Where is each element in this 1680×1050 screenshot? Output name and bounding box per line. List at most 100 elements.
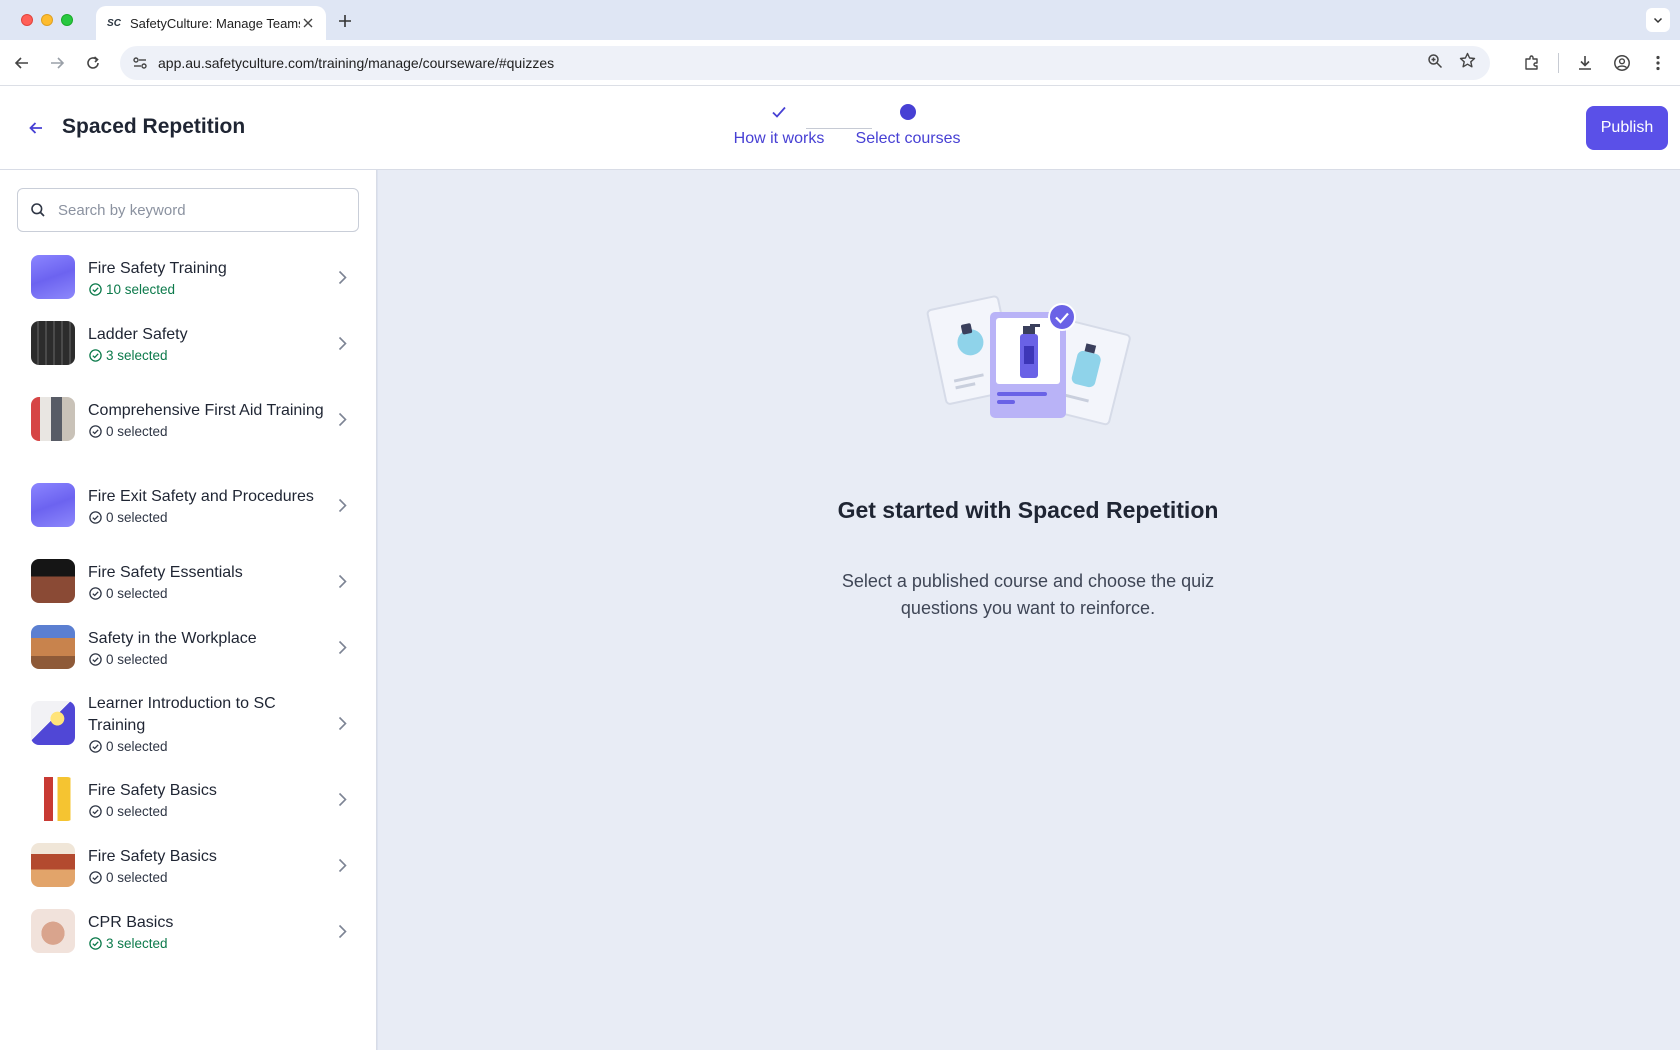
forward-arrow-icon[interactable] bbox=[45, 51, 69, 75]
chevron-right-icon bbox=[332, 855, 352, 875]
browser-tab-bar: SC SafetyCulture: Manage Teams bbox=[0, 0, 1680, 40]
course-name: Fire Safety Essentials bbox=[88, 563, 243, 581]
course-status-text: 3 selected bbox=[106, 347, 168, 363]
course-status: 10 selected bbox=[88, 282, 332, 297]
step-how-it-works[interactable]: How it works bbox=[720, 100, 838, 148]
course-thumbnail bbox=[31, 625, 75, 669]
course-status-text: 0 selected bbox=[106, 423, 168, 439]
course-name: Fire Safety Basics bbox=[88, 781, 217, 799]
tab-search-chevron-icon[interactable] bbox=[1646, 8, 1670, 32]
empty-state-description: Select a published course and choose the… bbox=[841, 571, 1215, 618]
check-circle-icon bbox=[88, 870, 102, 884]
check-circle-icon bbox=[88, 510, 102, 524]
safetyculture-favicon-icon: SC bbox=[107, 17, 121, 29]
profile-icon[interactable] bbox=[1610, 51, 1634, 75]
check-circle-icon bbox=[88, 586, 102, 600]
course-item-fire-safety-training[interactable]: Fire Safety Training 10 selected bbox=[0, 244, 376, 310]
course-item-fire-exit-safety-and-procedures[interactable]: Fire Exit Safety and Procedures 0 select… bbox=[0, 462, 376, 548]
extensions-icon[interactable] bbox=[1520, 51, 1544, 75]
course-status-text: 0 selected bbox=[106, 651, 168, 667]
course-status: 0 selected bbox=[88, 652, 332, 667]
course-status-text: 0 selected bbox=[106, 803, 168, 819]
empty-state-title: Get started with Spaced Repetition bbox=[837, 497, 1219, 523]
course-status-text: 0 selected bbox=[106, 585, 168, 601]
chevron-right-icon bbox=[332, 495, 352, 515]
course-name: Comprehensive First Aid Training bbox=[88, 401, 324, 419]
tab-title: SafetyCulture: Manage Teams bbox=[130, 15, 300, 31]
chevron-right-icon bbox=[332, 333, 352, 353]
search-input[interactable] bbox=[58, 201, 338, 219]
course-status: 3 selected bbox=[88, 936, 332, 951]
tab-close-icon[interactable] bbox=[300, 15, 316, 31]
check-circle-icon bbox=[88, 424, 102, 438]
chevron-right-icon bbox=[332, 571, 352, 591]
zoom-icon[interactable] bbox=[1427, 53, 1443, 74]
window-close-button[interactable] bbox=[21, 14, 33, 26]
more-vert-icon[interactable] bbox=[1646, 51, 1670, 75]
course-item-fire-safety-essentials[interactable]: Fire Safety Essentials 0 selected bbox=[0, 548, 376, 614]
chevron-right-icon bbox=[332, 789, 352, 809]
course-status: 0 selected bbox=[88, 510, 332, 525]
course-thumbnail bbox=[31, 255, 75, 299]
search-box[interactable] bbox=[17, 188, 359, 232]
new-tab-button[interactable] bbox=[334, 10, 356, 32]
chevron-right-icon bbox=[332, 409, 352, 429]
app-header: Spaced Repetition How it works Select co… bbox=[0, 86, 1680, 170]
course-thumbnail bbox=[31, 777, 75, 821]
course-cards-illustration bbox=[926, 295, 1131, 426]
course-thumbnail bbox=[31, 397, 75, 441]
course-item-cpr-basics[interactable]: CPR Basics 3 selected bbox=[0, 898, 376, 964]
download-icon[interactable] bbox=[1573, 51, 1597, 75]
reload-icon[interactable] bbox=[81, 51, 105, 75]
check-circle-icon bbox=[88, 282, 102, 296]
course-status-text: 0 selected bbox=[106, 869, 168, 885]
course-sidebar: Fire Safety Training 10 selected Ladder … bbox=[0, 170, 377, 1050]
course-name: Ladder Safety bbox=[88, 325, 188, 343]
course-status: 0 selected bbox=[88, 870, 332, 885]
browser-toolbar: app.au.safetyculture.com/training/manage… bbox=[0, 40, 1680, 86]
course-name: Fire Exit Safety and Procedures bbox=[88, 487, 314, 505]
main-content: Get started with Spaced Repetition Selec… bbox=[378, 170, 1680, 1050]
course-status: 0 selected bbox=[88, 739, 332, 754]
course-name: Fire Safety Basics bbox=[88, 847, 217, 865]
course-item-ladder-safety[interactable]: Ladder Safety 3 selected bbox=[0, 310, 376, 376]
url-text: app.au.safetyculture.com/training/manage… bbox=[158, 55, 555, 71]
step-select-courses[interactable]: Select courses bbox=[848, 100, 968, 148]
course-item-safety-in-the-workplace[interactable]: Safety in the Workplace 0 selected bbox=[0, 614, 376, 680]
course-thumbnail bbox=[31, 909, 75, 953]
back-arrow-icon[interactable] bbox=[10, 51, 34, 75]
check-circle-icon bbox=[88, 936, 102, 950]
course-status: 0 selected bbox=[88, 424, 332, 439]
search-icon bbox=[18, 189, 58, 231]
course-name: Learner Introduction to SC Training bbox=[88, 694, 276, 734]
site-info-icon[interactable] bbox=[124, 46, 156, 80]
course-status-text: 0 selected bbox=[106, 509, 168, 525]
course-status-text: 10 selected bbox=[106, 281, 176, 297]
course-status-text: 0 selected bbox=[106, 738, 168, 754]
course-item-fire-safety-basics-2[interactable]: Fire Safety Basics 0 selected bbox=[0, 832, 376, 898]
address-bar[interactable]: app.au.safetyculture.com/training/manage… bbox=[120, 46, 1490, 80]
chevron-right-icon bbox=[332, 637, 352, 657]
bookmark-star-icon[interactable] bbox=[1459, 52, 1476, 74]
browser-tab-active[interactable]: SC SafetyCulture: Manage Teams bbox=[96, 6, 326, 40]
course-thumbnail bbox=[31, 559, 75, 603]
course-item-learner-introduction-to-sc-training[interactable]: Learner Introduction to SC Training 0 se… bbox=[0, 680, 376, 766]
course-status: 0 selected bbox=[88, 586, 332, 601]
publish-button[interactable]: Publish bbox=[1586, 106, 1668, 150]
window-maximize-button[interactable] bbox=[61, 14, 73, 26]
chevron-right-icon bbox=[332, 713, 352, 733]
stepper: How it works Select courses bbox=[720, 100, 970, 160]
back-arrow-icon[interactable] bbox=[22, 114, 50, 142]
course-thumbnail bbox=[31, 843, 75, 887]
check-icon bbox=[771, 100, 787, 124]
course-name: CPR Basics bbox=[88, 913, 174, 931]
course-item-fire-safety-basics[interactable]: Fire Safety Basics 0 selected bbox=[0, 766, 376, 832]
course-name: Fire Safety Training bbox=[88, 259, 227, 277]
course-item-comprehensive-first-aid-training[interactable]: Comprehensive First Aid Training 0 selec… bbox=[0, 376, 376, 462]
course-status-text: 3 selected bbox=[106, 935, 168, 951]
check-circle-icon bbox=[88, 348, 102, 362]
toolbar-separator bbox=[1558, 53, 1559, 73]
check-circle-icon bbox=[88, 652, 102, 666]
course-list: Fire Safety Training 10 selected Ladder … bbox=[0, 244, 376, 964]
window-minimize-button[interactable] bbox=[41, 14, 53, 26]
